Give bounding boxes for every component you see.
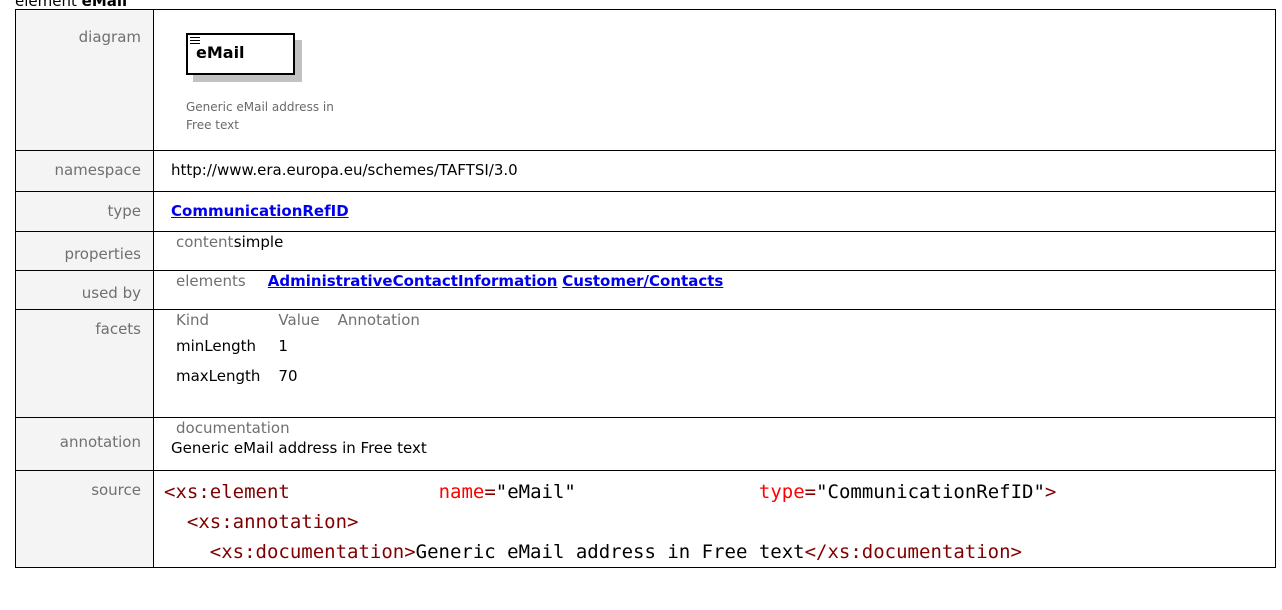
type-row: type CommunicationRefID [15,191,1276,232]
facets-header-annotation: Annotation [337,311,420,329]
facet-value: 70 [278,367,298,385]
element-box-name: eMail [196,43,245,62]
used-by-row: used by elements AdministrativeContactIn… [15,270,1276,310]
used-by-label: used by [15,270,154,310]
annotation-heading: documentation [176,419,290,437]
annotation-label: annotation [15,417,154,471]
properties-key: content [176,233,234,251]
type-cell: CommunicationRefID [153,191,1276,232]
properties-row: properties content simple [15,231,1276,271]
namespace-cell: http://www.era.europa.eu/schemes/TAFTSI/… [153,150,1276,192]
facet-row: minLength 1 [176,330,438,360]
namespace-label: namespace [15,150,154,192]
facet-kind: maxLength [176,367,261,385]
source-label: source [15,470,154,568]
facets-cell: Kind Value Annotation minLength 1 maxLen… [153,309,1276,418]
type-link[interactable]: CommunicationRefID [171,202,349,220]
type-label: type [15,191,154,232]
diagram-cell: eMail Generic eMail address in Free text [153,9,1276,151]
annotation-row: annotation documentation Generic eMail a… [15,417,1276,471]
used-by-key: elements [176,272,246,290]
facets-header-value: Value [278,311,320,329]
facets-header: Kind Value Annotation [176,310,438,330]
properties-cell: content simple [153,231,1276,271]
source-row: source <xs:element name="eMail" type="Co… [15,470,1276,568]
source-cell: <xs:element name="eMail" type="Communica… [153,470,1276,568]
facets-table: Kind Value Annotation minLength 1 maxLen… [176,310,438,390]
used-by-link-customer-contacts[interactable]: Customer/Contacts [562,272,723,290]
facet-value: 1 [278,337,288,355]
used-by-link-administrative[interactable]: AdministrativeContactInformation [268,272,558,290]
used-by-cell: elements AdministrativeContactInformatio… [153,270,1276,310]
facet-row: maxLength 70 [176,360,438,390]
annotation-text: Generic eMail address in Free text [171,439,427,457]
annotation-cell: documentation Generic eMail address in F… [153,417,1276,471]
properties-label: properties [15,231,154,271]
diagram-row: diagram eMail Generic eMail address in F… [15,9,1276,151]
namespace-row: namespace http://www.era.europa.eu/schem… [15,150,1276,192]
diagram-label: diagram [15,9,154,151]
diagram-documentation: Generic eMail address in Free text [186,100,334,132]
namespace-value: http://www.era.europa.eu/schemes/TAFTSI/… [171,161,518,179]
element-doc-table: diagram eMail Generic eMail address in F… [15,9,1276,568]
facet-kind: minLength [176,337,257,355]
properties-value: simple [233,233,284,251]
facets-header-kind: Kind [176,311,210,329]
facets-label: facets [15,309,154,418]
facets-row: facets Kind Value Annotation minLength 1… [15,309,1276,418]
element-box[interactable]: eMail [186,33,295,75]
source-code: <xs:element name="eMail" type="Communica… [164,481,1057,563]
